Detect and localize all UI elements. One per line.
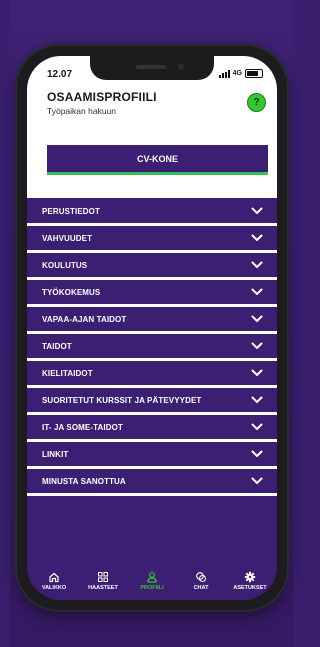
chevron-down-icon [251,288,263,295]
section-row[interactable]: TAIDOT [27,334,277,361]
section-row[interactable]: PERUSTIEDOT [27,199,277,226]
chevron-down-icon [251,477,263,484]
help-button[interactable]: ? [247,93,266,112]
app-screen: 12.07 4G OSAAMISPROFIILI Työpaikan hakuu… [27,56,277,600]
tab-label: ASETUKSET [233,585,267,591]
status-icons: 4G [218,69,263,78]
section-label: KOULUTUS [42,260,88,270]
camera [178,64,184,70]
tab-haasteet[interactable]: HAASTEET [80,567,126,600]
chevron-down-icon [251,234,263,241]
section-row[interactable]: MINUSTA SANOTTUA [27,469,277,496]
tab-profiili[interactable]: PROFIILI [129,567,175,600]
section-label: IT- JA SOME-TAIDOT [42,422,123,432]
page-subtitle: Työpaikan hakuun [47,106,116,116]
phone-frame: 12.07 4G OSAAMISPROFIILI Työpaikan hakuu… [17,46,287,610]
section-label: VAPAA-AJAN TAIDOT [42,314,127,324]
battery-icon [245,69,263,78]
section-label: TAIDOT [42,341,72,351]
page-title: OSAAMISPROFIILI [47,90,157,104]
chevron-down-icon [251,342,263,349]
signal-icon [218,69,230,78]
cv-kone-button[interactable]: CV-KONE [47,145,268,175]
tab-label: VALIKKO [41,585,67,591]
grid-icon [98,572,108,582]
section-row[interactable]: TYÖKOKEMUS [27,280,277,307]
tab-label: HAASTEET [88,585,118,591]
section-row[interactable]: VAPAA-AJAN TAIDOT [27,307,277,334]
section-row[interactable]: KOULUTUS [27,253,277,280]
chevron-down-icon [251,261,263,268]
section-row[interactable]: LINKIT [27,442,277,469]
chevron-down-icon [251,423,263,430]
phone-notch [90,56,214,80]
section-row[interactable]: KIELITAIDOT [27,361,277,388]
status-time: 12.07 [47,69,73,80]
section-row[interactable]: VAHVUUDET [27,226,277,253]
chevron-down-icon [251,450,263,457]
section-label: VAHVUUDET [42,233,93,243]
tab-valikko[interactable]: VALIKKO [31,567,77,600]
tab-chat[interactable]: CHAT [178,567,224,600]
network-label: 4G [232,70,242,77]
section-label: PERUSTIEDOT [42,206,100,216]
home-icon [49,572,59,583]
section-label: KIELITAIDOT [42,368,93,378]
chevron-down-icon [251,396,263,403]
chevron-down-icon [251,315,263,322]
section-label: MINUSTA SANOTTUA [42,476,126,486]
section-label: LINKIT [42,449,69,459]
gear-icon [244,571,256,583]
user-icon [147,572,157,583]
section-row[interactable]: SUORITETUT KURSSIT JA PÄTEVYYDET [27,388,277,415]
bottom-tab-bar: VALIKKO HAASTEET PROFIILI CHAT ASETUKSET [27,567,277,600]
tab-label: PROFIILI [140,585,164,591]
chevron-down-icon [251,207,263,214]
profile-sections: PERUSTIEDOT VAHVUUDET KOULUTUS TYÖKOKEMUS VA… [27,199,277,496]
chevron-down-icon [251,369,263,376]
section-label: SUORITETUT KURSSIT JA PÄTEVYYDET [42,395,202,405]
tab-label: CHAT [193,585,209,591]
tab-asetukset[interactable]: ASETUKSET [227,567,273,600]
section-label: TYÖKOKEMUS [42,287,101,297]
section-row[interactable]: IT- JA SOME-TAIDOT [27,415,277,442]
speaker [136,65,166,69]
chat-icon [196,572,207,583]
